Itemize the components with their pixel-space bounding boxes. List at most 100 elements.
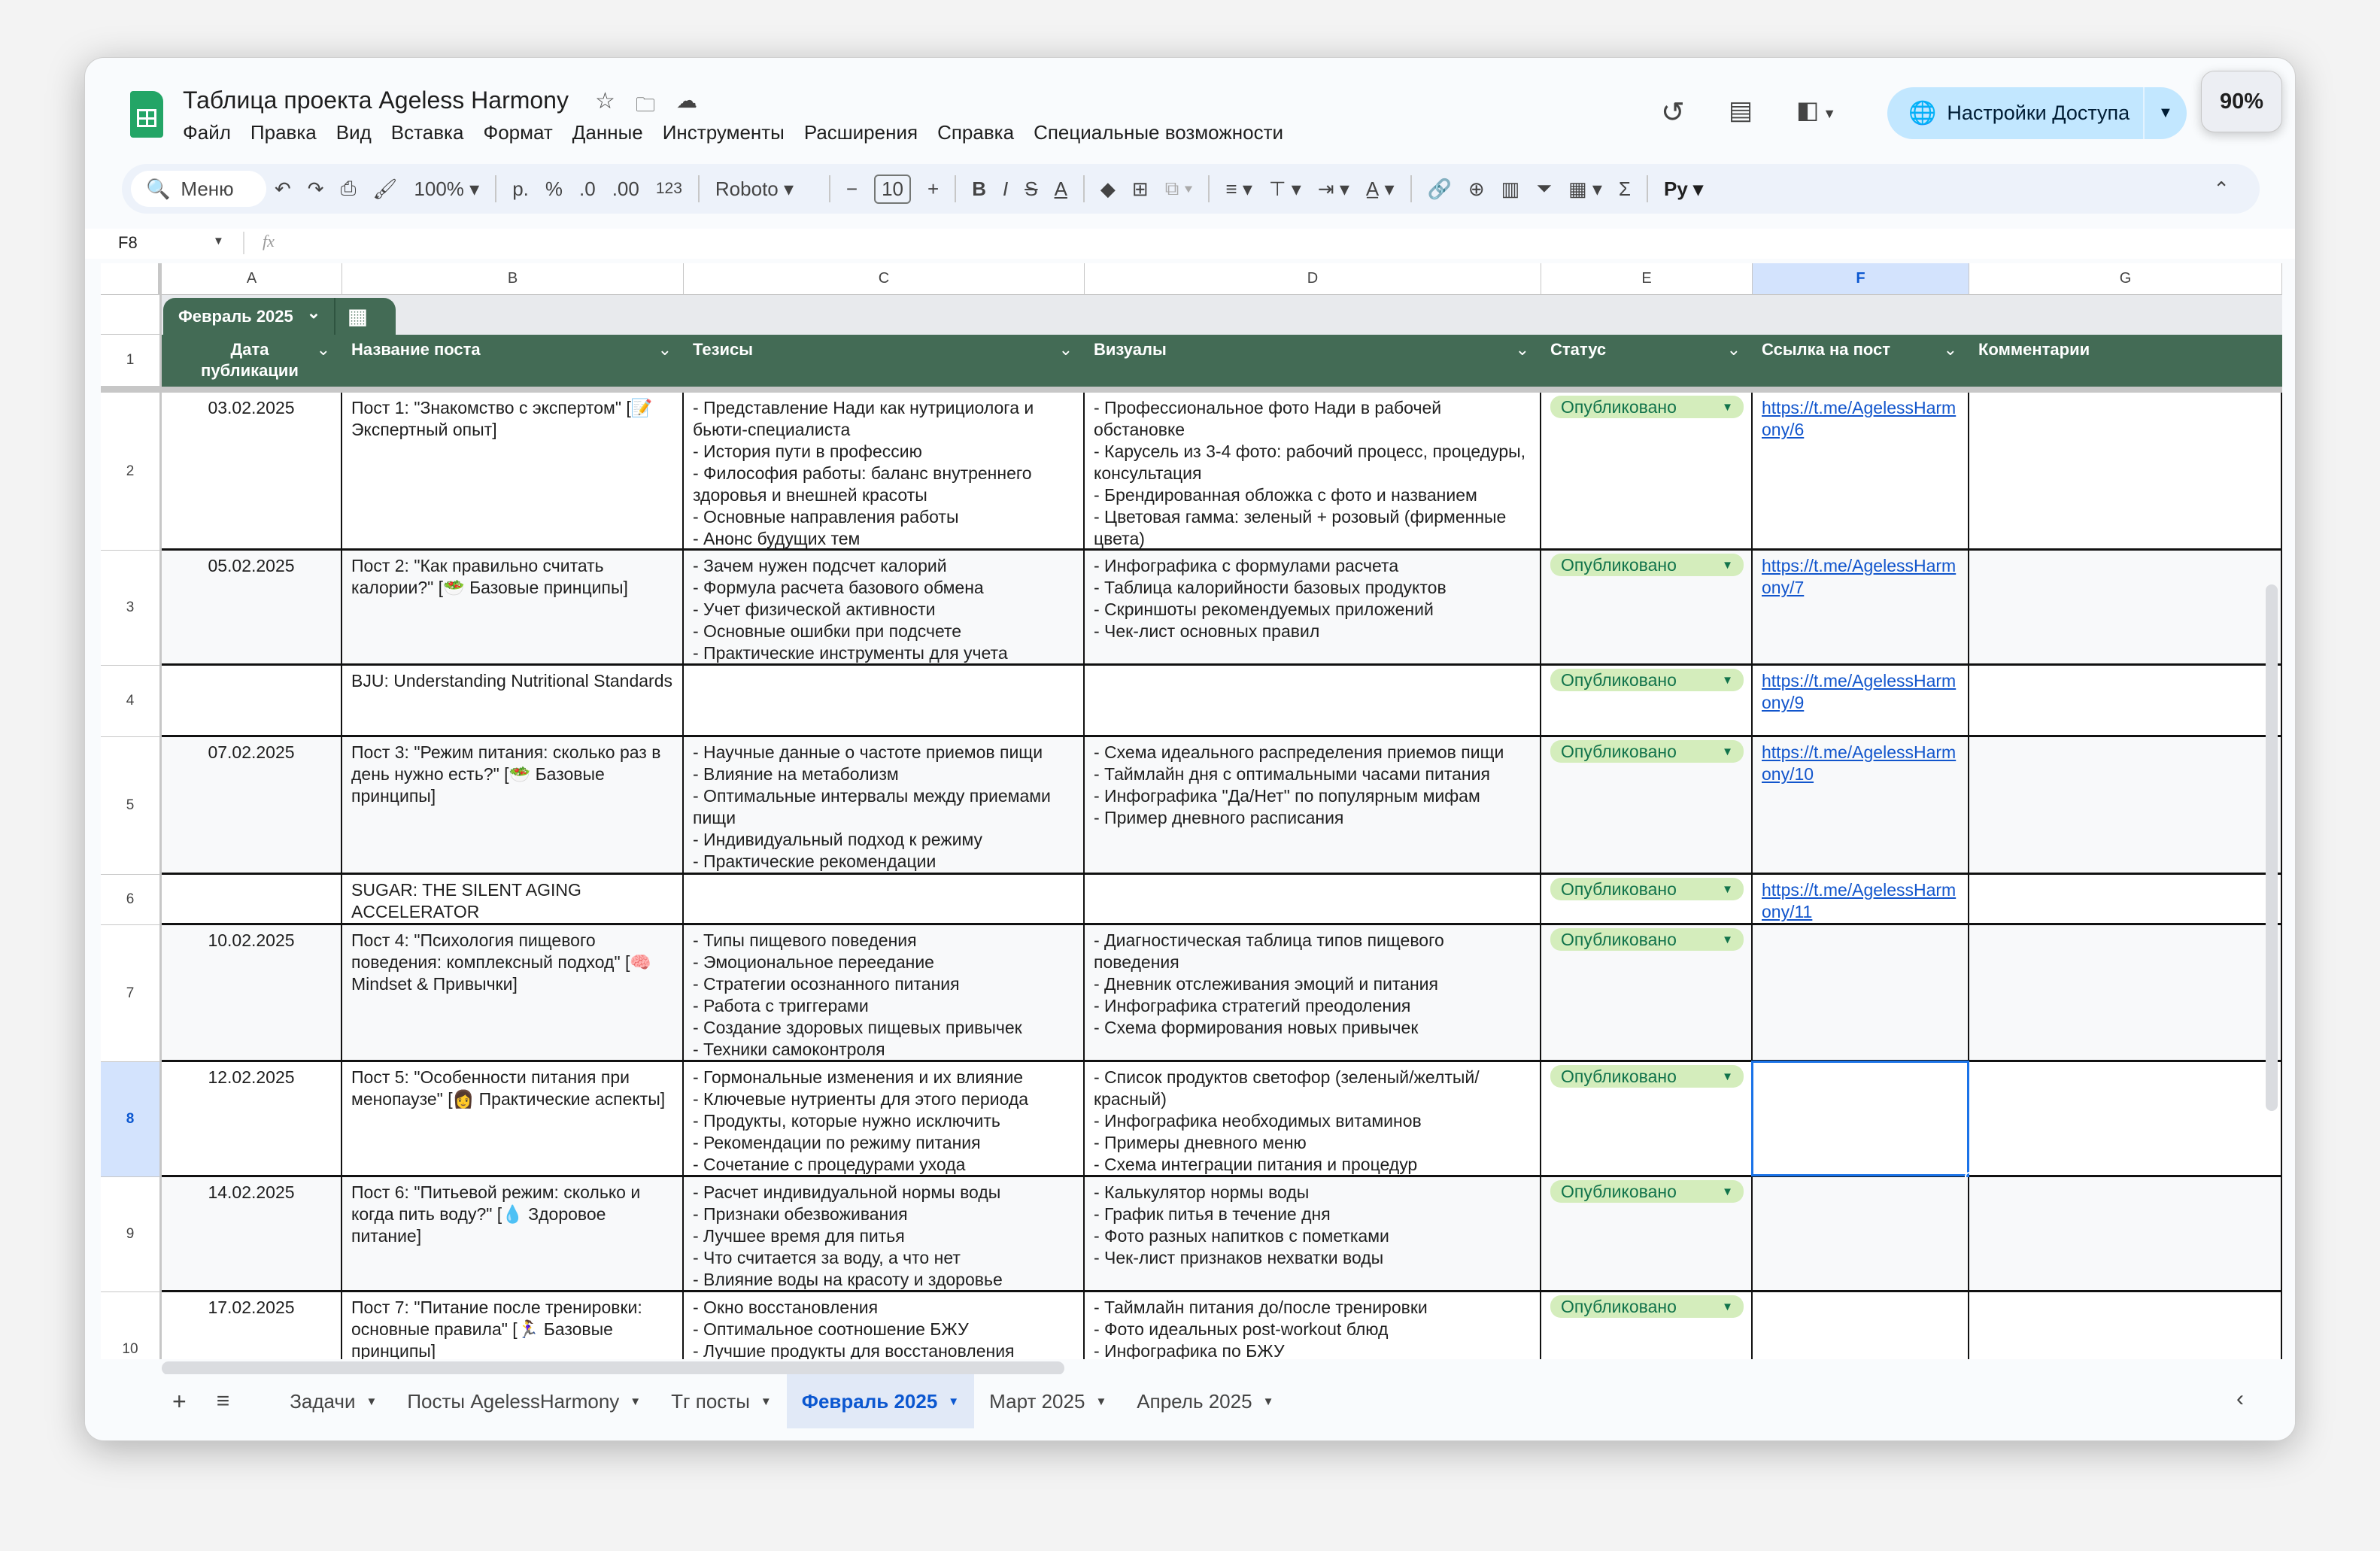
comments-icon[interactable]: ▤ — [1729, 96, 1753, 126]
sheet-tab-2[interactable]: Тг посты ▼ — [656, 1374, 787, 1428]
version-history-icon[interactable]: ↺ — [1661, 96, 1685, 129]
row-header-1[interactable]: 1 — [101, 335, 162, 387]
row-header-2[interactable]: 2 — [101, 393, 162, 551]
sheet-tab-menu-icon[interactable]: ▼ — [366, 1395, 378, 1408]
strikethrough-button[interactable]: S — [1025, 178, 1037, 201]
row-header-9[interactable]: 9 — [101, 1177, 162, 1292]
cell-theses[interactable] — [684, 666, 1085, 737]
table-view-icon[interactable]: ▦ ▾ — [1568, 178, 1602, 201]
menu-item-4[interactable]: Формат — [483, 121, 552, 144]
cell-theses[interactable]: - Гормональные изменения и их влияние - … — [684, 1062, 1085, 1177]
cell-date[interactable] — [162, 875, 342, 925]
cell-visuals[interactable]: - Калькулятор нормы воды - График питья … — [1085, 1177, 1541, 1292]
paint-format-icon[interactable]: 🖌 — [372, 178, 397, 201]
functions-icon[interactable]: Σ — [1619, 178, 1631, 201]
cell-date[interactable]: 03.02.2025 — [162, 393, 342, 551]
cloud-status-icon[interactable]: ☁ — [676, 88, 697, 113]
cell-date[interactable] — [162, 666, 342, 737]
percent-format-button[interactable]: % — [545, 178, 563, 201]
status-dropdown-chip[interactable]: Опубликовано ▼ — [1550, 928, 1744, 951]
status-dropdown-chip[interactable]: Опубликовано ▼ — [1550, 396, 1744, 418]
filter-chevron-icon[interactable]: ⌄ — [317, 339, 330, 360]
cell-link[interactable]: https://t.me/AgelessHarmony/9 — [1753, 666, 1969, 737]
zoom-select[interactable]: 100% ▾ — [414, 178, 479, 201]
decrease-decimal-button[interactable]: .0 — [579, 178, 596, 201]
status-dropdown-chip[interactable]: Опубликовано ▼ — [1550, 1180, 1744, 1203]
cell-comment[interactable] — [1969, 551, 2282, 666]
cell-title[interactable]: Пост 6: "Питьевой режим: сколько и когда… — [342, 1177, 684, 1292]
cell-theses[interactable]: - Типы пищевого поведения - Эмоционально… — [684, 925, 1085, 1062]
cell-theses[interactable] — [684, 875, 1085, 925]
cell-comment[interactable] — [1969, 1062, 2282, 1177]
sheet-tab-menu-icon[interactable]: ▼ — [1095, 1395, 1107, 1408]
formula-input[interactable] — [303, 229, 2259, 259]
filter-chevron-icon[interactable]: ⌄ — [1059, 339, 1073, 360]
borders-icon[interactable]: ⊞ — [1132, 178, 1149, 201]
sheet-tab-menu-icon[interactable]: ▼ — [1263, 1395, 1274, 1408]
cell-status[interactable]: Опубликовано ▼ — [1541, 393, 1753, 551]
column-header-G[interactable]: G — [1969, 263, 2282, 295]
filter-chevron-icon[interactable]: ⌄ — [658, 339, 672, 360]
fill-color-icon[interactable]: ◆ — [1100, 178, 1116, 201]
column-header-cell[interactable]: Визуалы ⌄ — [1085, 335, 1541, 387]
column-header-cell[interactable]: Ссылка на пост ⌄ — [1753, 335, 1969, 387]
cell-title[interactable]: Пост 7: "Питание после тренировки: основ… — [342, 1292, 684, 1359]
cell-theses[interactable]: - Научные данные о частоте приемов пищи … — [684, 737, 1085, 875]
table-calculator-icon[interactable]: ▦ — [348, 304, 367, 329]
status-dropdown-chip[interactable]: Опубликовано ▼ — [1550, 669, 1744, 691]
cell-visuals[interactable]: - Схема идеального распределения приемов… — [1085, 737, 1541, 875]
increase-decimal-button[interactable]: .00 — [612, 178, 639, 201]
status-dropdown-chip[interactable]: Опубликовано ▼ — [1550, 740, 1744, 763]
filter-chevron-icon[interactable]: ⌄ — [1944, 339, 1957, 360]
row-header-3[interactable]: 3 — [101, 551, 162, 666]
cell-visuals[interactable] — [1085, 666, 1541, 737]
collapse-toolbar-icon[interactable]: ⌃ — [2213, 178, 2230, 201]
sheet-tab-0[interactable]: Задачи ▼ — [275, 1374, 392, 1428]
name-box[interactable]: F8 — [118, 233, 138, 253]
cell-comment[interactable] — [1969, 875, 2282, 925]
text-rotation-icon[interactable]: A̲ ▾ — [1366, 178, 1395, 201]
cell-date[interactable]: 14.02.2025 — [162, 1177, 342, 1292]
row-header-6[interactable]: 6 — [101, 875, 162, 925]
menu-item-6[interactable]: Инструменты — [663, 121, 785, 144]
cell-date[interactable]: 12.02.2025 — [162, 1062, 342, 1177]
cell-title[interactable]: BJU: Understanding Nutritional Standards — [342, 666, 684, 737]
column-header-cell[interactable]: Дата публикации ⌄ — [162, 335, 342, 387]
menu-item-8[interactable]: Справка — [937, 121, 1014, 144]
cell-status[interactable]: Опубликовано ▼ — [1541, 737, 1753, 875]
cell-link[interactable]: https://t.me/AgelessHarmony/11 — [1753, 875, 1969, 925]
menu-item-3[interactable]: Вставка — [391, 121, 464, 144]
cell-title[interactable]: Пост 1: "Знакомство с экспертом" [📝 Эксп… — [342, 393, 684, 551]
all-sheets-icon[interactable]: ≡ — [202, 1374, 245, 1428]
cell-status[interactable]: Опубликовано ▼ — [1541, 1292, 1753, 1359]
cell-comment[interactable] — [1969, 1292, 2282, 1359]
menu-item-2[interactable]: Вид — [336, 121, 372, 144]
cell-comment[interactable] — [1969, 666, 2282, 737]
row-header-10[interactable]: 10 — [101, 1292, 162, 1359]
column-header-cell[interactable]: Название поста ⌄ — [342, 335, 684, 387]
cell-title[interactable]: Пост 5: "Особенности питания при менопау… — [342, 1062, 684, 1177]
cell-visuals[interactable]: - Таймлайн питания до/после тренировки -… — [1085, 1292, 1541, 1359]
increase-font-size-icon[interactable]: + — [927, 178, 939, 201]
status-dropdown-chip[interactable]: Опубликовано ▼ — [1550, 878, 1744, 900]
cell-theses[interactable]: - Расчет индивидуальной нормы воды - При… — [684, 1177, 1085, 1292]
column-header-cell[interactable]: Тезисы ⌄ — [684, 335, 1085, 387]
cell-title[interactable]: SUGAR: THE SILENT AGING ACCELERATOR — [342, 875, 684, 925]
column-header-D[interactable]: D — [1085, 263, 1541, 295]
menu-item-0[interactable]: Файл — [183, 121, 231, 144]
cell-status[interactable]: Опубликовано ▼ — [1541, 551, 1753, 666]
menu-item-7[interactable]: Расширения — [804, 121, 918, 144]
post-link[interactable]: https://t.me/AgelessHarmony/7 — [1762, 556, 1956, 597]
cell-visuals[interactable] — [1085, 875, 1541, 925]
sheet-tab-3[interactable]: Февраль 2025 ▼ — [786, 1374, 975, 1428]
filter-chevron-icon[interactable]: ⌄ — [1727, 339, 1741, 360]
cell-comment[interactable] — [1969, 1177, 2282, 1292]
cell-comment[interactable] — [1969, 737, 2282, 875]
python-button[interactable]: Pу ▾ — [1664, 178, 1703, 201]
column-header-F[interactable]: F — [1753, 263, 1969, 295]
sheet-tab-1[interactable]: Посты AgelessHarmony ▼ — [392, 1374, 656, 1428]
cell-visuals[interactable]: - Инфографика с формулами расчета - Табл… — [1085, 551, 1541, 666]
cell-title[interactable]: Пост 4: "Психология пищевого поведения: … — [342, 925, 684, 1062]
cell-visuals[interactable]: - Профессиональное фото Нади в рабочей о… — [1085, 393, 1541, 551]
cell-comment[interactable] — [1969, 393, 2282, 551]
